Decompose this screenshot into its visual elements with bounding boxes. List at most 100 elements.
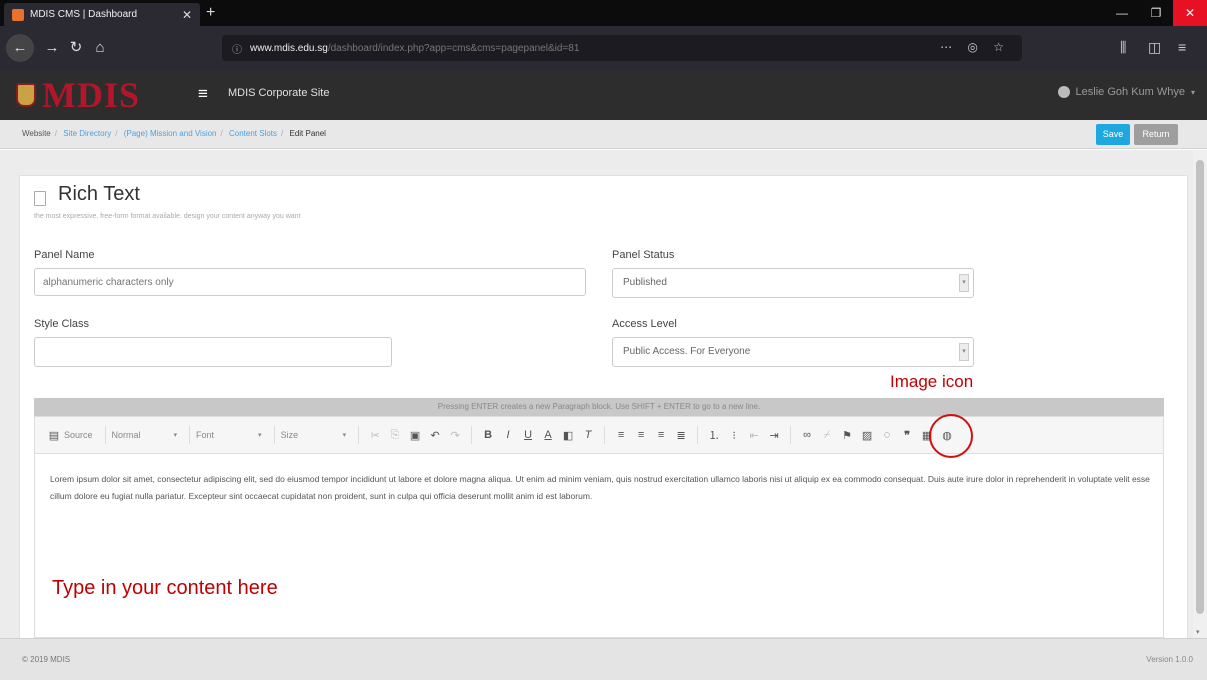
chevron-down-icon: ▾ [258,432,262,439]
format-dropdown[interactable]: Normal ▾ [112,430,178,440]
minimize-button[interactable]: — [1105,0,1139,26]
source-button[interactable]: Source [64,430,93,440]
home-icon[interactable]: ⌂ [86,34,114,62]
scroll-thumb[interactable] [1196,160,1204,614]
page-actions-icon[interactable]: ⋯ ◎ ☆ [940,40,1010,54]
style-class-label: Style Class [34,318,90,330]
annotation-circle [929,414,973,458]
document-icon [34,191,46,206]
url-bar[interactable]: ⓘ www.mdis.edu.sg /dashboard/index.php?a… [222,35,1022,61]
source-icon: ▤ [48,429,60,442]
indent-icon[interactable]: ⇥ [767,429,781,442]
outdent-icon[interactable]: ⇤ [747,429,761,442]
window-close-button[interactable]: ✕ [1173,0,1207,26]
version: Version 1.0.0 [1146,655,1193,664]
page-title: Rich Text [58,183,140,205]
select-arrow-icon: ▾ [959,274,969,292]
back-icon[interactable]: ← [6,34,34,62]
redo-icon[interactable]: ↷ [448,429,462,442]
library-icon[interactable]: ⫼ [1120,39,1126,56]
logo-text: MDIS [42,75,141,115]
hamburger-icon[interactable]: ≡ [198,84,208,104]
panel-name-label: Panel Name [34,249,95,261]
panel-status-select[interactable]: Published ▾ [612,268,974,298]
breadcrumb-current: Edit Panel [289,129,326,138]
select-arrow-icon: ▾ [959,343,969,361]
align-center-icon[interactable]: ≡ [634,429,648,441]
user-menu[interactable]: Leslie Goh Kum Whye ▾ [1057,86,1195,98]
breadcrumb-content-slots[interactable]: Content Slots [229,129,277,138]
crest-icon [16,83,36,107]
new-tab-button[interactable]: + [206,4,215,22]
browser-tab[interactable]: MDIS CMS | Dashboard ✕ [4,3,200,26]
bulleted-list-icon[interactable]: ⁝ [727,429,741,442]
url-host: www.mdis.edu.sg [250,42,328,54]
user-avatar-icon [1057,86,1070,98]
favicon-icon [12,8,24,21]
panel-name-input[interactable] [34,268,586,296]
save-button[interactable]: Save [1096,124,1130,145]
url-path: /dashboard/index.php?app=cms&cms=pagepan… [327,42,580,54]
page-subtitle: the most expressive, free-form format av… [34,213,301,220]
image-icon[interactable]: ▨ [860,429,874,442]
scroll-down-icon[interactable]: ▾ [1196,628,1200,636]
breadcrumb: Website / Site Directory / (Page) Mission … [22,129,326,138]
anchor-flag-icon[interactable]: ⚑ [840,429,854,442]
access-level-value: Public Access. For Everyone [623,346,751,357]
mdis-logo[interactable]: MDIS [16,75,141,115]
site-title[interactable]: MDIS Corporate Site [228,87,329,99]
user-name: Leslie Goh Kum Whye [1075,86,1185,98]
copy-icon[interactable]: ⎘ [388,429,402,442]
format-label: Normal [111,430,141,440]
cut-icon[interactable]: ✂ [368,429,382,442]
access-level-label: Access Level [612,318,677,330]
tab-title: MDIS CMS | Dashboard [30,9,138,20]
blockquote-icon[interactable]: ❞ [900,429,914,442]
paste-icon[interactable]: ▣ [408,429,422,442]
text-color-icon[interactable]: A [541,429,555,441]
align-right-icon[interactable]: ≡ [654,429,668,441]
undo-icon[interactable]: ↶ [428,429,442,442]
font-label: Font [196,430,215,440]
browser-tab-bar: MDIS CMS | Dashboard ✕ + — ❐ ✕ [0,0,1207,26]
access-level-select[interactable]: Public Access. For Everyone ▾ [612,337,974,367]
numbered-list-icon[interactable]: ⒈ [707,427,721,443]
align-left-icon[interactable]: ≡ [614,429,628,441]
breadcrumb-website[interactable]: Website [22,129,51,138]
remove-format-icon[interactable]: T [581,429,595,441]
maximize-button[interactable]: ❐ [1139,0,1173,26]
iframe-icon[interactable]: ◌ [880,429,894,441]
background-color-icon[interactable]: ◧ [561,429,575,442]
size-label: Size [280,430,299,440]
font-dropdown[interactable]: Font ▾ [196,430,262,440]
tab-close-icon[interactable]: ✕ [182,8,192,22]
editor-content[interactable]: Lorem ipsum dolor sit amet, consectetur … [50,471,1150,505]
bold-icon[interactable]: B [481,429,495,441]
return-button[interactable]: Return [1134,124,1178,145]
editor-hint: Pressing ENTER creates a new Paragraph b… [34,398,1164,416]
copyright: © 2019 MDIS [22,655,71,664]
breadcrumb-page[interactable]: (Page) Mission and Vision [124,129,217,138]
breadcrumb-bar: Website / Site Directory / (Page) Mission … [0,120,1207,149]
page-scrollbar[interactable]: ▾ [1193,150,1207,638]
chevron-down-icon: ▾ [173,432,178,439]
align-justify-icon[interactable]: ≣ [674,429,688,442]
size-dropdown[interactable]: Size ▾ [281,430,347,440]
image-icon-annotation: Image icon [890,372,974,391]
panel-status-value: Published [623,277,667,288]
footer: © 2019 MDIS Version 1.0.0 [0,638,1207,680]
sidebar-icon[interactable]: ◫ [1148,39,1161,56]
chevron-down-icon: ▾ [1190,87,1195,97]
site-info-icon[interactable]: ⓘ [232,41,242,56]
menu-icon[interactable]: ≡ [1178,39,1186,55]
content-hint-annotation: Type in your content here [52,577,278,599]
link-icon[interactable]: ∞ [800,429,814,441]
breadcrumb-site-directory[interactable]: Site Directory [63,129,111,138]
italic-icon[interactable]: I [501,429,515,441]
app-header: MDIS ≡ MDIS Corporate Site Leslie Goh Ku… [0,70,1207,120]
browser-nav-bar: ← → ↻ ⌂ ⓘ www.mdis.edu.sg /dashboard/ind… [0,26,1207,70]
underline-icon[interactable]: U [521,429,535,441]
style-class-input[interactable] [34,337,392,367]
unlink-icon[interactable]: ⌿ [820,429,834,442]
chevron-down-icon: ▾ [342,432,347,439]
